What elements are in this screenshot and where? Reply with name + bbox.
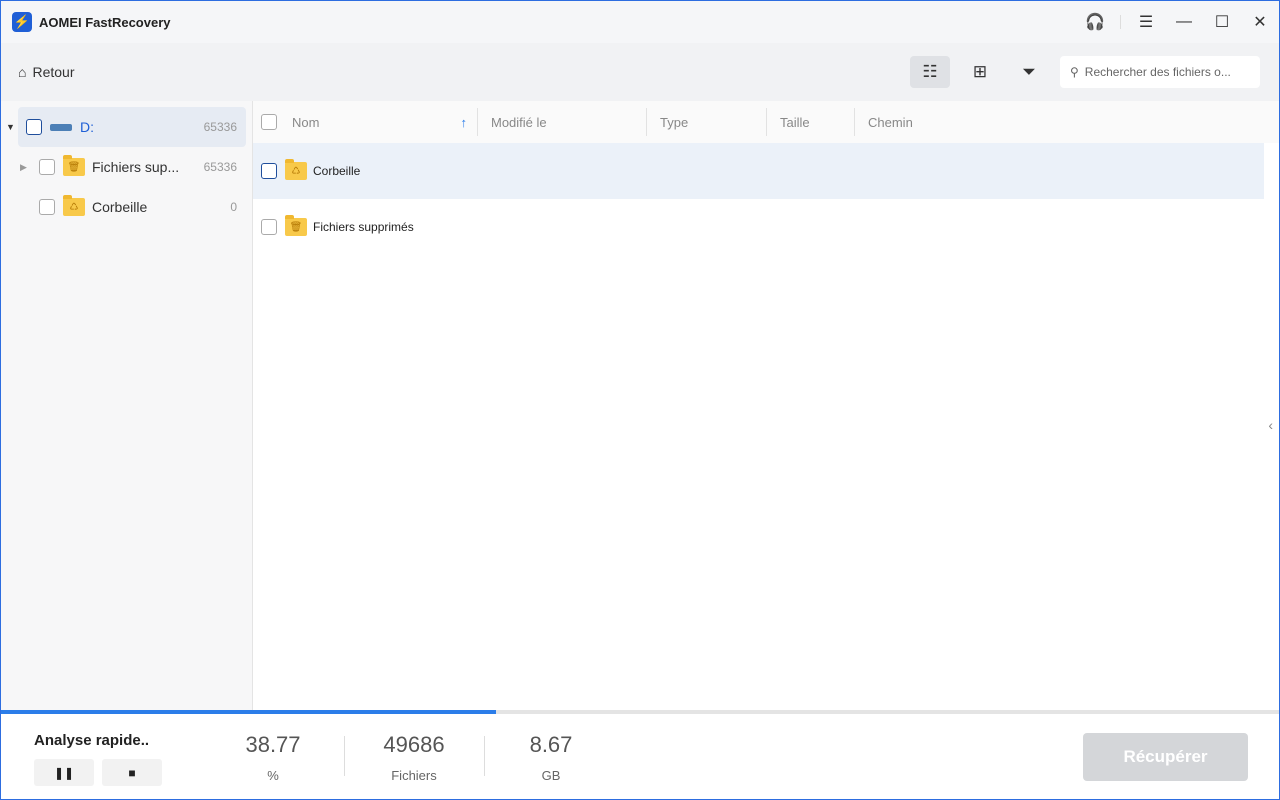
toolbar: ⌂ Retour ☷ ⊞ ⏷ ⚲ Rechercher des fichiers o…	[1, 43, 1279, 101]
tree-label: D:	[80, 119, 94, 135]
divider	[1120, 15, 1121, 29]
app-title: AOMEI FastRecovery	[39, 14, 171, 30]
recycle-folder-icon: ♺	[63, 195, 85, 216]
stat-files: 49686 Fichiers	[354, 732, 474, 783]
trash-folder-icon: 🗑	[285, 215, 307, 236]
file-name: Corbeille	[313, 164, 361, 178]
tree-node-deleted-files[interactable]: ▶ 🗑 Fichiers sup... 65336	[18, 147, 246, 187]
table-row[interactable]: 🗑 Fichiers supprimés	[253, 199, 1264, 255]
pause-button[interactable]: ❚❚	[34, 759, 94, 786]
expand-arrow-icon[interactable]: ▶	[20, 162, 27, 173]
checkbox[interactable]	[26, 119, 42, 135]
maximize-button[interactable]: ☐	[1203, 1, 1241, 43]
divider	[344, 736, 345, 776]
status-footer: Analyse rapide.. ❚❚ ■ 38.77% 49686 Fichie…	[1, 714, 1279, 799]
minimize-button[interactable]: —	[1165, 1, 1203, 43]
file-name: Fichiers supprimés	[313, 220, 414, 234]
table-header: Nom ↑ Modifié le Type Taille Chemin	[253, 101, 1279, 143]
column-modified[interactable]: Modifié le	[478, 108, 647, 136]
tree-count: 65336	[203, 160, 237, 174]
search-icon: ⚲	[1070, 65, 1079, 79]
stat-value: 49686	[383, 732, 445, 757]
support-headset-icon[interactable]: 🎧	[1076, 1, 1114, 43]
stat-label: GB	[541, 768, 561, 783]
table-row[interactable]: ♺ Corbeille	[253, 143, 1264, 199]
tree-label: Corbeille	[92, 199, 148, 215]
recycle-folder-icon: ♺	[285, 159, 307, 180]
scan-status: Analyse rapide..	[34, 732, 150, 749]
checkbox[interactable]	[261, 163, 277, 179]
stat-value: 8.67	[529, 732, 573, 757]
checkbox[interactable]	[39, 199, 55, 215]
tree-count: 0	[230, 200, 237, 214]
collapse-arrow-icon[interactable]: ▼	[6, 122, 15, 132]
menu-icon[interactable]: ☰	[1127, 1, 1165, 43]
tree-label: Fichiers sup...	[92, 159, 180, 175]
folder-tree: ▼ D: 65336 ▶ 🗑 Fichiers sup... 65336 ♺ C…	[1, 101, 253, 710]
checkbox[interactable]	[261, 219, 277, 235]
recover-button[interactable]: Récupérer	[1083, 733, 1248, 781]
file-list: Nom ↑ Modifié le Type Taille Chemin ♺ Cor…	[253, 101, 1279, 710]
app-logo-icon: ⚡	[12, 12, 32, 32]
home-icon: ⌂	[18, 64, 27, 80]
column-label: Type	[660, 114, 689, 130]
search-input[interactable]: ⚲ Rechercher des fichiers o...	[1060, 56, 1260, 88]
column-path[interactable]: Chemin	[855, 108, 913, 136]
tree-node-drive[interactable]: ▼ D: 65336	[6, 107, 246, 147]
column-name[interactable]: Nom ↑	[279, 108, 478, 136]
search-placeholder: Rechercher des fichiers o...	[1084, 65, 1231, 79]
list-view-button[interactable]: ☷	[910, 56, 950, 88]
back-label: Retour	[32, 64, 75, 80]
stat-percent: 38.77%	[213, 732, 333, 783]
checkbox[interactable]	[39, 159, 55, 175]
tree-node-recycle-bin[interactable]: ♺ Corbeille 0	[18, 187, 246, 227]
select-all-checkbox[interactable]	[261, 114, 277, 130]
tree-count: 65336	[203, 120, 237, 134]
app-window: ⚡ AOMEI FastRecovery 🎧 ☰ — ☐ ✕ ⌂ Retour ☷…	[0, 0, 1280, 800]
column-label: Taille	[780, 114, 810, 130]
trash-folder-icon: 🗑	[63, 155, 85, 176]
stat-value: 38.77	[245, 732, 301, 757]
column-label: Modifié le	[491, 114, 547, 130]
grid-view-button[interactable]: ⊞	[960, 56, 1000, 88]
back-button[interactable]: ⌂ Retour	[18, 64, 75, 80]
divider	[484, 736, 485, 776]
drive-icon	[50, 123, 72, 131]
collapse-panel-chevron-icon[interactable]: ‹	[1268, 417, 1273, 433]
title-bar: ⚡ AOMEI FastRecovery 🎧 ☰ — ☐ ✕	[1, 1, 1279, 43]
stat-size: 8.67 GB	[491, 732, 611, 783]
stat-label: Fichiers	[391, 768, 437, 783]
column-label: Nom	[292, 114, 320, 130]
column-size[interactable]: Taille	[767, 108, 855, 136]
stop-button[interactable]: ■	[102, 759, 162, 786]
column-type[interactable]: Type	[647, 108, 767, 136]
filter-button[interactable]: ⏷	[1009, 56, 1049, 88]
sort-ascending-icon: ↑	[460, 114, 468, 130]
close-button[interactable]: ✕	[1241, 1, 1279, 43]
stat-label: %	[267, 768, 279, 783]
column-label: Chemin	[868, 114, 913, 130]
